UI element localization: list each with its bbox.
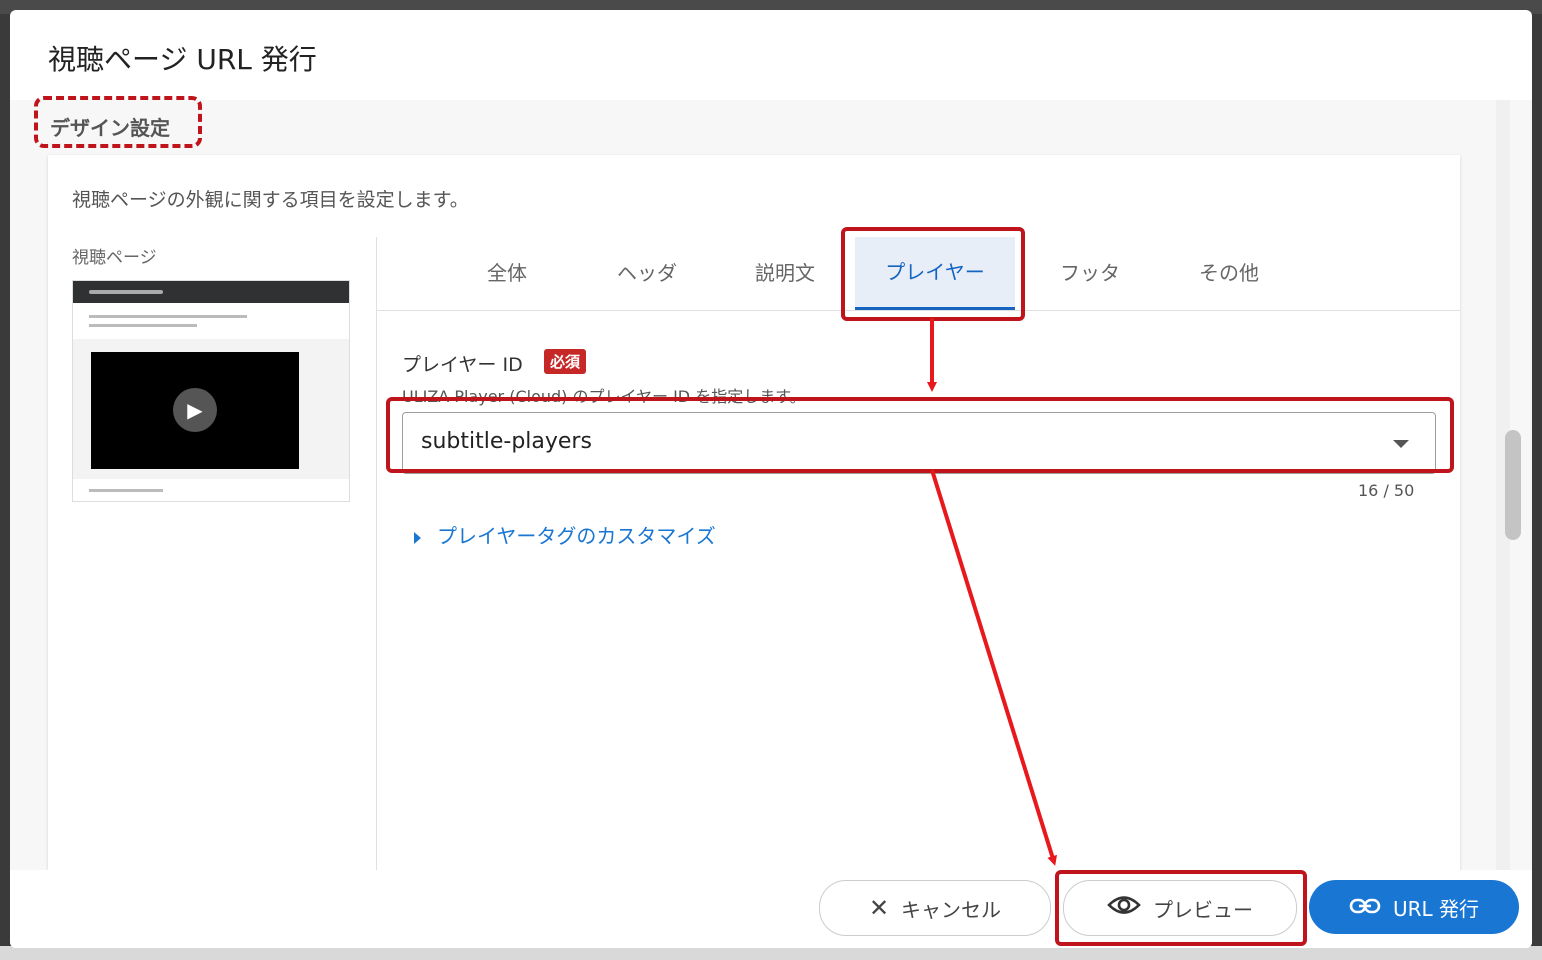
arrow-select-to-preview <box>930 469 1057 866</box>
annotation-arrows <box>927 318 1057 866</box>
